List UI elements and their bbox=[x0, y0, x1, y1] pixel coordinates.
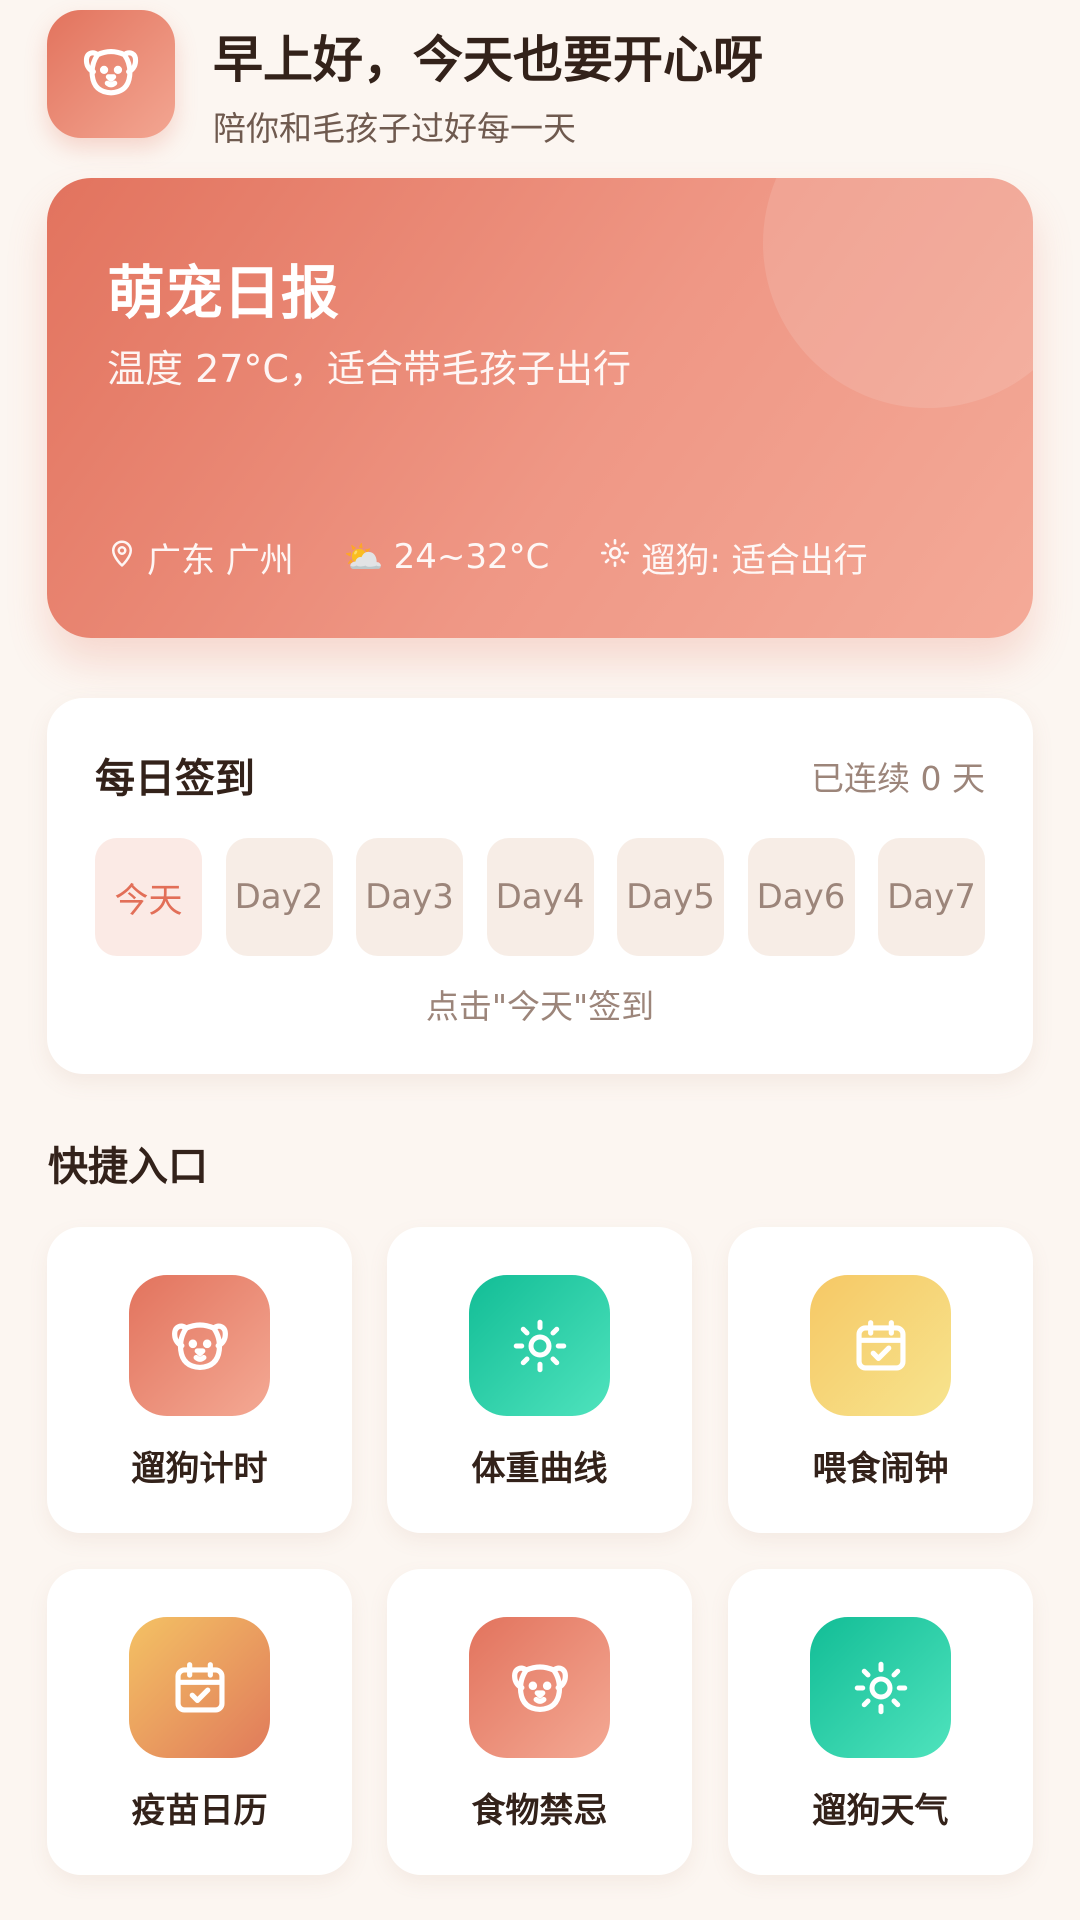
report-meta: 广东 广州 ⛅ 24~32°C 遛狗: 适合出行 bbox=[107, 532, 868, 582]
quick-item-label: 喂食闹钟 bbox=[812, 1449, 949, 1489]
sun-icon bbox=[599, 537, 631, 578]
greeting-subtitle: 陪你和毛孩子过好每一天 bbox=[213, 109, 576, 148]
checkin-day-7[interactable]: Day7 bbox=[878, 838, 985, 956]
header: 早上好，今天也要开心呀 陪你和毛孩子过好每一天 bbox=[47, 10, 1037, 148]
checkin-day-5[interactable]: Day5 bbox=[617, 838, 724, 956]
sun-icon bbox=[469, 1275, 610, 1416]
quick-vaccine-calendar[interactable]: 疫苗日历 bbox=[47, 1569, 352, 1875]
checkin-day-3[interactable]: Day3 bbox=[356, 838, 463, 956]
dog-face-icon bbox=[79, 40, 143, 108]
daily-report-card[interactable]: 萌宠日报 温度 27°C，适合带毛孩子出行 广东 广州 ⛅ 24~32°C 遛狗… bbox=[47, 178, 1033, 638]
quick-item-label: 遛狗天气 bbox=[812, 1791, 949, 1831]
dog-face-icon bbox=[129, 1275, 270, 1416]
checkin-streak: 已连续 0 天 bbox=[811, 759, 985, 798]
home-screen: 早上好，今天也要开心呀 陪你和毛孩子过好每一天 萌宠日报 温度 27°C，适合带… bbox=[0, 0, 1080, 1920]
location-info: 广东 广州 bbox=[107, 533, 294, 582]
avatar[interactable] bbox=[47, 10, 175, 138]
checkin-day-6[interactable]: Day6 bbox=[747, 838, 855, 956]
checkin-title: 每日签到 bbox=[95, 756, 255, 802]
checkin-day-2[interactable]: Day2 bbox=[225, 838, 333, 956]
walk-status-info: 遛狗: 适合出行 bbox=[599, 533, 868, 582]
walk-status-text: 遛狗: 适合出行 bbox=[641, 540, 868, 581]
checkin-hint: 点击"今天"签到 bbox=[425, 987, 655, 1026]
decorative-circle bbox=[763, 178, 1033, 408]
partly-cloudy-icon: ⛅ bbox=[343, 538, 384, 576]
quick-walk-timer[interactable]: 遛狗计时 bbox=[47, 1227, 352, 1533]
checkin-days: 今天 Day2 Day3 Day4 Day5 Day6 Day7 bbox=[95, 838, 985, 956]
dog-face-icon bbox=[469, 1617, 610, 1758]
greeting-title: 早上好，今天也要开心呀 bbox=[213, 31, 763, 89]
weather-info: ⛅ 24~32°C bbox=[344, 537, 550, 577]
checkin-day-today[interactable]: 今天 bbox=[95, 838, 202, 956]
quick-item-label: 食物禁忌 bbox=[471, 1791, 608, 1831]
location-text: 广东 广州 bbox=[147, 540, 294, 581]
daily-checkin-card: 每日签到 已连续 0 天 今天 Day2 Day3 Day4 Day5 Day6… bbox=[47, 698, 1033, 1074]
quick-weight-curve[interactable]: 体重曲线 bbox=[387, 1227, 692, 1533]
quick-entry-title: 快捷入口 bbox=[48, 1144, 208, 1190]
checkin-day-4[interactable]: Day4 bbox=[486, 838, 594, 956]
calendar-check-icon bbox=[810, 1275, 951, 1416]
location-pin-icon bbox=[107, 536, 137, 579]
quick-item-label: 遛狗计时 bbox=[131, 1449, 268, 1489]
sun-icon bbox=[810, 1617, 951, 1758]
calendar-check-icon bbox=[129, 1617, 270, 1758]
quick-food-taboo[interactable]: 食物禁忌 bbox=[387, 1569, 692, 1875]
quick-item-label: 体重曲线 bbox=[471, 1449, 608, 1489]
quick-feeding-alarm[interactable]: 喂食闹钟 bbox=[728, 1227, 1033, 1533]
quick-item-label: 疫苗日历 bbox=[131, 1791, 268, 1831]
report-subtitle: 温度 27°C，适合带毛孩子出行 bbox=[107, 347, 631, 391]
quick-walk-weather[interactable]: 遛狗天气 bbox=[728, 1569, 1033, 1875]
temperature-range: 24~32°C bbox=[393, 537, 550, 577]
report-title: 萌宠日报 bbox=[107, 259, 340, 327]
